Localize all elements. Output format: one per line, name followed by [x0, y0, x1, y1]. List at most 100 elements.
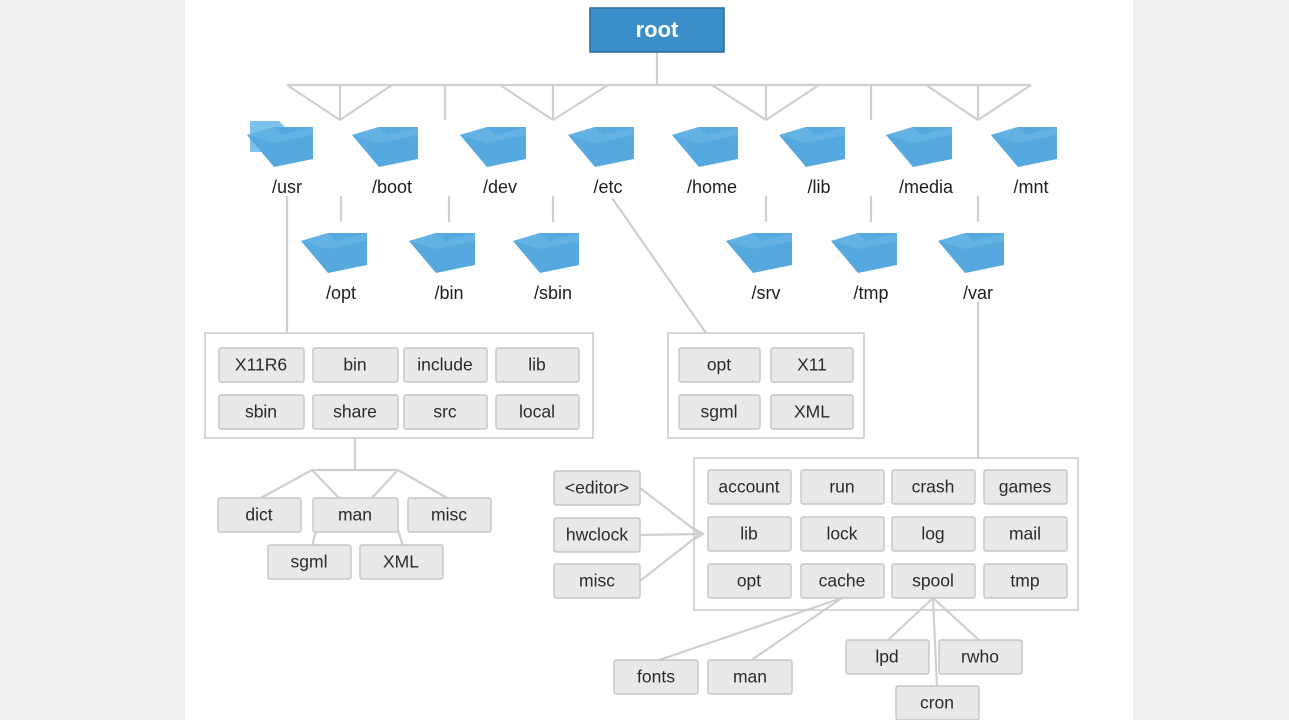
folder-node-opt[interactable]: /opt [301, 233, 367, 303]
node-label: lock [826, 524, 857, 544]
node-label: run [829, 477, 854, 497]
folder-node-etc[interactable]: /etc [568, 127, 634, 197]
node-var-cache[interactable]: cache [800, 563, 885, 599]
folder-node-boot[interactable]: /boot [352, 127, 418, 197]
folder-node-bin[interactable]: /bin [409, 233, 475, 303]
node-var-games[interactable]: games [983, 469, 1068, 505]
node-var-log[interactable]: log [891, 516, 976, 552]
folder-label-etc: /etc [593, 177, 622, 197]
node-editor[interactable]: <editor> [553, 470, 641, 506]
top-folder-row: /usr /boot /dev /etc /home /lib /media /… [247, 121, 1057, 197]
edge-cache-man [749, 597, 843, 662]
folder-label-media: /media [899, 177, 954, 197]
root-node[interactable]: root [589, 7, 725, 53]
node-share-dict[interactable]: dict [217, 497, 302, 533]
node-var-account[interactable]: account [707, 469, 792, 505]
node-label: man [733, 667, 767, 687]
filesystem-tree-diagram: root /usr /boot /dev /etc /home /lib /me… [204, 7, 1079, 720]
node-etc-opt[interactable]: opt [678, 347, 761, 383]
node-man-sgml[interactable]: sgml [267, 544, 352, 580]
folder-node-var[interactable]: /var [938, 233, 1004, 303]
node-misc-hw[interactable]: misc [553, 563, 641, 599]
edge-share-misc [397, 469, 450, 500]
node-spool-rwho[interactable]: rwho [938, 639, 1023, 675]
folder-icon [779, 127, 845, 167]
node-etc-sgml[interactable]: sgml [678, 394, 761, 430]
node-usr-src[interactable]: src [403, 394, 488, 430]
folder-node-lib[interactable]: /lib [779, 127, 845, 197]
node-var-run[interactable]: run [800, 469, 885, 505]
node-hwclock[interactable]: hwclock [553, 517, 641, 553]
node-usr-x11r6[interactable]: X11R6 [218, 347, 305, 383]
node-label: src [433, 402, 457, 422]
edge-misc-to-lib [639, 533, 701, 582]
edge-share-man-l [311, 469, 341, 500]
node-spool-lpd[interactable]: lpd [845, 639, 930, 675]
edge-share-dict [258, 469, 313, 500]
edge-etc-to-group [611, 197, 707, 334]
node-var-lib[interactable]: lib [707, 516, 792, 552]
edge-bus-dev [499, 84, 554, 121]
folder-icon [886, 127, 952, 167]
node-usr-local[interactable]: local [495, 394, 580, 430]
node-label: games [999, 477, 1052, 497]
node-share-man[interactable]: man [312, 497, 399, 533]
share-children-items: dict man misc sgml XML [217, 497, 492, 580]
node-label: misc [431, 505, 467, 525]
node-label: crash [912, 477, 955, 497]
usr-children-items: X11R6 bin include lib sbin share src loc… [218, 347, 580, 430]
folder-label-var: /var [963, 283, 993, 303]
folder-icon [568, 127, 634, 167]
node-label: sgml [291, 552, 328, 572]
node-var-mail[interactable]: mail [983, 516, 1068, 552]
root-node-label: root [636, 17, 679, 42]
node-spool-cron[interactable]: cron [895, 685, 980, 720]
node-label: man [338, 505, 372, 525]
node-usr-bin[interactable]: bin [312, 347, 399, 383]
node-man-xml[interactable]: XML [359, 544, 444, 580]
node-var-opt[interactable]: opt [707, 563, 792, 599]
node-label: account [718, 477, 779, 497]
node-var-crash[interactable]: crash [891, 469, 976, 505]
edge-bus-lib [765, 84, 820, 121]
node-var-lock[interactable]: lock [800, 516, 885, 552]
edge-bus-etc [552, 84, 609, 121]
node-label: X11R6 [235, 355, 287, 375]
folder-label-bin: /bin [434, 283, 463, 303]
folder-node-sbin[interactable]: /sbin [513, 233, 579, 303]
node-usr-lib[interactable]: lib [495, 347, 580, 383]
folder-node-usr[interactable]: /usr [247, 121, 313, 197]
folder-node-mnt[interactable]: /mnt [991, 127, 1057, 197]
edge-cache-fonts [655, 596, 843, 663]
folder-node-media[interactable]: /media [886, 127, 954, 197]
node-etc-xml[interactable]: XML [770, 394, 854, 430]
edge-bus-boot [339, 84, 393, 121]
folder-node-home[interactable]: /home [672, 127, 738, 197]
node-usr-include[interactable]: include [403, 347, 488, 383]
cache-spool-children: fonts man lpd rwho cron [613, 639, 1023, 720]
node-label: share [333, 402, 377, 422]
node-var-tmp[interactable]: tmp [983, 563, 1068, 599]
var-children-items: account run crash games lib lock log mai… [707, 469, 1068, 599]
node-label: fonts [637, 667, 675, 687]
folder-node-tmp[interactable]: /tmp [831, 233, 897, 303]
node-usr-sbin[interactable]: sbin [218, 394, 305, 430]
node-cache-fonts[interactable]: fonts [613, 659, 699, 695]
node-cache-man[interactable]: man [707, 659, 793, 695]
node-label: sgml [701, 402, 738, 422]
node-var-spool[interactable]: spool [891, 563, 976, 599]
node-label: spool [912, 571, 954, 591]
folder-icon [460, 127, 526, 167]
folder-node-srv[interactable]: /srv [726, 233, 792, 303]
edge-bus-usr [286, 84, 341, 121]
folder-label-dev: /dev [483, 177, 517, 197]
node-share-misc[interactable]: misc [407, 497, 492, 533]
node-etc-x11[interactable]: X11 [770, 347, 854, 383]
node-label: X11 [797, 355, 827, 375]
folder-node-dev[interactable]: /dev [460, 127, 526, 197]
folder-icon [831, 233, 897, 273]
node-usr-share[interactable]: share [312, 394, 399, 430]
node-label: include [417, 355, 472, 375]
node-label: cron [920, 693, 954, 713]
folder-label-mnt: /mnt [1013, 177, 1048, 197]
